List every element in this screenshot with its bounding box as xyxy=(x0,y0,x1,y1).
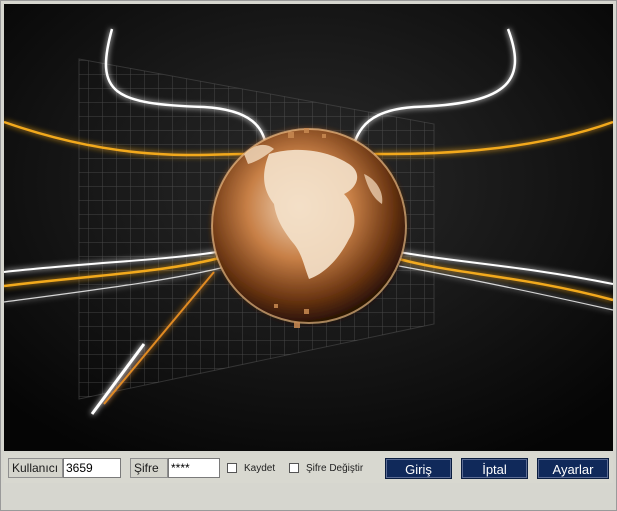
username-input[interactable] xyxy=(63,458,121,478)
login-bar: Kullanıcı Şifre Kaydet Şifre Değiştir Gi… xyxy=(4,453,613,483)
globe-illustration xyxy=(4,4,613,451)
password-input[interactable] xyxy=(168,458,220,478)
remember-checkbox[interactable] xyxy=(227,463,237,473)
login-window: Kullanıcı Şifre Kaydet Şifre Değiştir Gi… xyxy=(0,0,617,511)
change-password-checkbox[interactable] xyxy=(289,463,299,473)
settings-button[interactable]: Ayarlar xyxy=(537,458,609,479)
login-button[interactable]: Giriş xyxy=(385,458,452,479)
username-label: Kullanıcı xyxy=(8,458,63,478)
password-label: Şifre xyxy=(130,458,168,478)
remember-label: Kaydet xyxy=(244,463,276,474)
cancel-button[interactable]: İptal xyxy=(461,458,528,479)
splash-image xyxy=(4,4,613,451)
change-password-label: Şifre Değiştir xyxy=(306,463,364,474)
